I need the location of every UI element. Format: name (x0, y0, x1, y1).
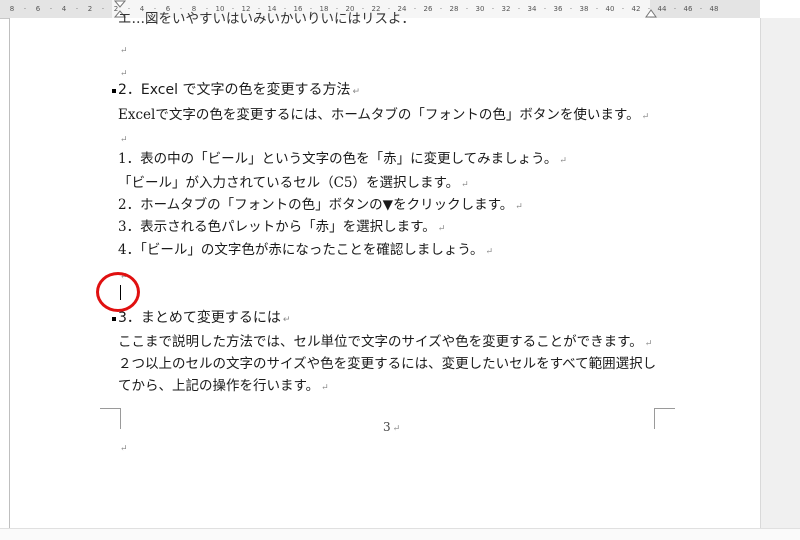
ruler-label: 30 (475, 5, 485, 13)
step-2: 2．ホームタブの「フォントの色」ボタンの▼をクリックします。 ↵ (118, 197, 523, 213)
document-area: エ…図をいやすいはいみいかいりいにはリスよ． ↵ ↵ 2．Excel で文字の色… (0, 11, 800, 539)
section3-line-3: てから、上記の操作を行います。 ↵ (118, 378, 329, 394)
heading-bullet (112, 317, 116, 321)
ruler-tick: · (517, 5, 521, 13)
section3-heading: 3．まとめて変更するには ↵ (118, 310, 291, 326)
ruler-label: 46 (683, 5, 693, 13)
step-1: 1．表の中の「ビール」という文字の色を「赤」に変更してみましょう。 ↵ (118, 151, 567, 167)
ruler-tick: · (621, 5, 625, 13)
ruler-tick: · (543, 5, 547, 13)
highlight-circle-annotation (96, 272, 140, 312)
ruler-label: 26 (423, 5, 433, 13)
ruler-label: 2 (87, 5, 93, 13)
empty-paragraph: ↵ (120, 135, 128, 145)
step-1-note: 「ビール」が入力されているセル（C5）を選択します。 ↵ (118, 175, 469, 191)
heading-bullet (112, 89, 116, 93)
ruler-label: 42 (631, 5, 641, 13)
ruler-label: 32 (501, 5, 511, 13)
empty-paragraph: ↵ (120, 444, 128, 454)
ruler-tick: · (101, 5, 105, 13)
text-cursor (120, 285, 121, 300)
ruler-tick: · (465, 5, 469, 13)
partial-text-line: エ…図をいやすいはいみいかいりいにはリスよ． (118, 11, 415, 27)
ruler-label: 28 (449, 5, 459, 13)
page-number: 3 ↵ (383, 420, 401, 434)
ruler-tick: · (23, 5, 27, 13)
ruler-label: 34 (527, 5, 537, 13)
ruler-tick: · (569, 5, 573, 13)
ruler-label: 44 (657, 5, 667, 13)
right-indent-marker[interactable] (645, 8, 657, 18)
step-3: 3．表示される色パレットから「赤」を選択します。 ↵ (118, 219, 446, 235)
section2-intro: Excelで文字の色を変更するには、ホームタブの「フォントの色」ボタンを使います… (118, 107, 650, 123)
word-editor-window: 8 · 6 · 4 · 2 · 2 · 4 · 6 · 8 · 10 · 12 · 14 · 16 · 18 · 20 · 22 · 24 ·… (0, 0, 800, 540)
ruler-label: 6 (35, 5, 41, 13)
ruler-tick: · (75, 5, 79, 13)
section3-line-2: ２つ以上のセルの文字のサイズや色を変更するには、変更したいセルをすべて範囲選択し (118, 356, 657, 372)
step-4: 4．「ビール」の文字色が赤になったことを確認しましょう。 ↵ (118, 242, 494, 258)
ruler-label: 36 (553, 5, 563, 13)
ruler-tick: · (491, 5, 495, 13)
bottom-edge (0, 528, 800, 540)
ruler-label: 4 (61, 5, 67, 13)
ruler-tick: · (673, 5, 677, 13)
ruler-label: 40 (605, 5, 615, 13)
ruler-label: 48 (709, 5, 719, 13)
ruler-tick: · (595, 5, 599, 13)
ruler-tick: · (439, 5, 443, 13)
left-margin-corner (100, 408, 121, 429)
ruler-label: 38 (579, 5, 589, 13)
ruler-label: 8 (9, 5, 15, 13)
section2-heading: 2．Excel で文字の色を変更する方法 ↵ (118, 82, 360, 98)
right-margin-corner (654, 408, 675, 429)
ruler-tick: · (49, 5, 53, 13)
section3-line-1: ここまで説明した方法では、セル単位で文字のサイズや色を変更することができます。 ↵ (118, 334, 653, 350)
empty-paragraph: ↵ (120, 69, 128, 79)
ruler-tick: · (699, 5, 703, 13)
vertical-scroll-area[interactable] (760, 18, 800, 539)
empty-paragraph: ↵ (120, 46, 128, 56)
